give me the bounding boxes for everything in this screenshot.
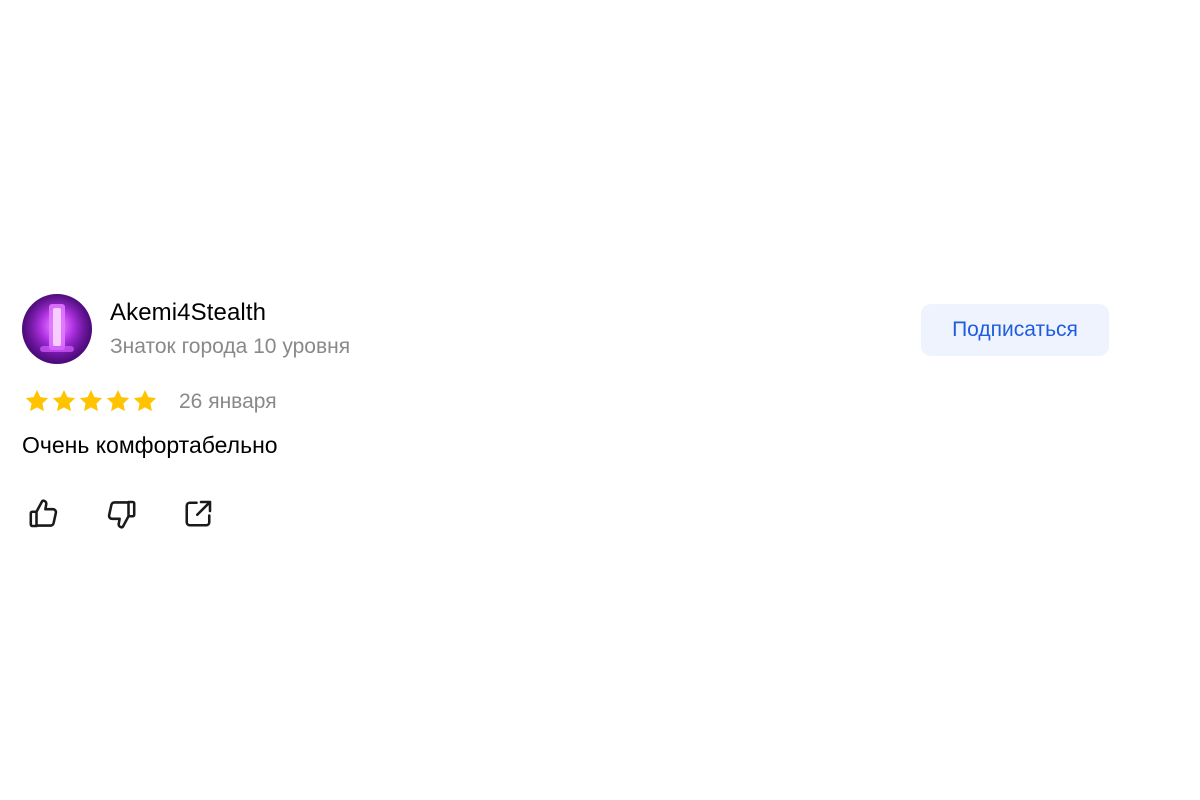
avatar[interactable]: [22, 294, 92, 364]
star-icon: [133, 389, 157, 412]
star-icon: [106, 389, 130, 412]
thumbs-down-icon: [107, 500, 136, 529]
neon-figure-avatar-icon: [22, 294, 92, 364]
review-date: 26 января: [179, 390, 277, 413]
thumbs-up-icon: [29, 499, 58, 528]
author-name[interactable]: Akemi4Stealth: [110, 298, 266, 328]
star-icon: [79, 389, 103, 412]
dislike-button[interactable]: [99, 492, 143, 536]
star-icon: [25, 389, 49, 412]
review-text: Очень комфортабельно: [22, 432, 278, 458]
subscribe-button[interactable]: Подписаться: [921, 304, 1109, 356]
review-meta: 26 января: [22, 386, 622, 418]
share-button[interactable]: [176, 492, 220, 536]
rating-stars: [24, 388, 158, 416]
author-level: Знаток города 10 уровня: [110, 335, 351, 358]
review-card: Akemi4Stealth Знаток города 10 уровня По…: [22, 294, 1112, 544]
like-button[interactable]: [22, 492, 66, 536]
share-icon: [185, 500, 212, 527]
star-icon: [52, 389, 76, 412]
review-actions: [22, 492, 282, 536]
review-header: Akemi4Stealth Знаток города 10 уровня По…: [22, 294, 1112, 364]
